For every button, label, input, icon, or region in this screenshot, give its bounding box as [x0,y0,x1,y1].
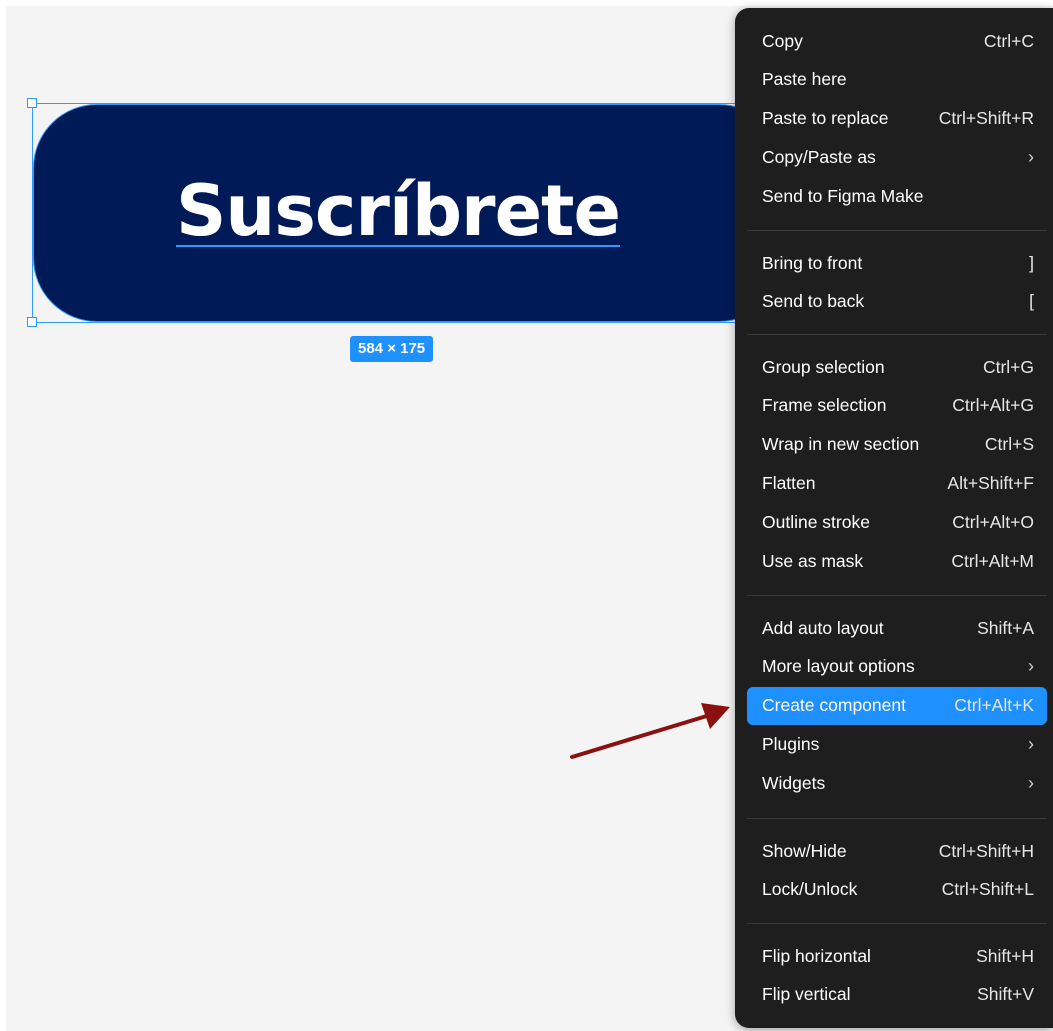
menu-item-flip-vertical[interactable]: Flip vertical Shift+V [747,976,1047,1014]
menu-item-more-layout-options[interactable]: More layout options › [747,648,1047,686]
menu-item-send-to-back[interactable]: Send to back [ [747,283,1047,321]
menu-item-shortcut: Ctrl+Shift+H [938,840,1034,861]
subscribe-button-label: Suscríbrete [176,170,621,252]
menu-item-shortcut: Ctrl+Alt+G [952,395,1034,416]
menu-separator [747,595,1047,596]
menu-item-flip-horizontal[interactable]: Flip horizontal Shift+H [747,937,1047,975]
menu-item-shortcut: [ [1029,291,1034,312]
menu-item-group-selection[interactable]: Group selection Ctrl+G [747,348,1047,386]
annotation-arrow [570,703,730,759]
menu-item-shortcut: Ctrl+Shift+L [941,879,1034,900]
menu-item-paste-here[interactable]: Paste here [747,61,1047,99]
resize-handle-top-left[interactable] [27,98,37,108]
menu-item-label: More layout options [762,656,915,677]
menu-item-use-as-mask[interactable]: Use as mask Ctrl+Alt+M [747,543,1047,581]
chevron-right-icon: › [1028,147,1034,168]
context-menu: Copy Ctrl+C Paste here Paste to replace Ctrl… [735,8,1053,1028]
menu-item-shortcut: Ctrl+S [984,434,1034,455]
menu-item-label: Bring to front [762,252,863,273]
menu-item-wrap-in-new-section[interactable]: Wrap in new section Ctrl+S [747,426,1047,464]
menu-item-label: Send to Figma Make [762,186,924,207]
menu-item-copy-paste-as[interactable]: Copy/Paste as › [747,139,1047,177]
menu-item-flatten[interactable]: Flatten Alt+Shift+F [747,465,1047,503]
menu-item-label: Show/Hide [762,840,847,861]
menu-item-frame-selection[interactable]: Frame selection Ctrl+Alt+G [747,387,1047,425]
menu-item-label: Frame selection [762,395,887,416]
menu-item-label: Plugins [762,734,820,755]
menu-item-label: Flip horizontal [762,945,871,966]
menu-separator [747,334,1047,335]
menu-item-widgets[interactable]: Widgets › [747,765,1047,803]
menu-item-send-to-figma-make[interactable]: Send to Figma Make [747,178,1047,216]
menu-item-label: Flip vertical [762,984,851,1005]
menu-item-bring-to-front[interactable]: Bring to front] [747,244,1047,282]
menu-item-shortcut: Ctrl+C [983,30,1034,51]
menu-separator [747,818,1047,819]
menu-item-label: Create component [762,695,906,716]
menu-item-shortcut: Alt+Shift+F [947,473,1034,494]
menu-item-shortcut: Ctrl+Alt+M [951,551,1034,571]
menu-separator [747,923,1047,924]
menu-item-label: Copy/Paste as [762,147,876,168]
menu-item-shortcut: Shift+A [977,617,1034,638]
chevron-right-icon: › [1028,773,1034,794]
menu-separator [747,230,1047,231]
chevron-right-icon: › [1028,734,1034,755]
menu-item-label: Paste here [762,69,847,90]
menu-item-label: Add auto layout [762,617,884,638]
menu-item-shortcut: Ctrl+Alt+O [952,512,1034,533]
menu-item-label: Use as mask [762,551,864,571]
chevron-right-icon: › [1028,656,1034,677]
menu-item-label: Lock/Unlock [762,879,858,900]
menu-item-lock-unlock[interactable]: Lock/Unlock Ctrl+Shift+L [747,871,1047,909]
menu-item-shortcut: ] [1029,252,1034,273]
menu-item-label: Send to back [762,291,865,312]
menu-item-shortcut: Shift+H [976,945,1034,966]
resize-handle-bottom-left[interactable] [27,317,37,327]
menu-item-add-auto-layout[interactable]: Add auto layout Shift+A [747,609,1047,647]
menu-item-label: Group selection [762,356,885,377]
menu-item-plugins[interactable]: Plugins › [747,726,1047,764]
menu-item-create-component[interactable]: Create component Ctrl+Alt+K [747,686,1047,725]
menu-item-shortcut: Shift+V [977,984,1034,1005]
dimensions-badge: 584 × 175 [350,336,434,362]
menu-item-shortcut: Ctrl+G [982,356,1034,377]
menu-item-copy[interactable]: Copy Ctrl+C [747,22,1047,60]
menu-item-label: Flatten [762,473,816,494]
menu-item-shortcut: Ctrl+Shift+R [938,108,1034,129]
menu-item-outline-stroke[interactable]: Outline stroke Ctrl+Alt+O [747,504,1047,542]
menu-item-label: Copy [762,30,803,51]
menu-item-show-hide[interactable]: Show/Hide Ctrl+Shift+H [747,832,1047,870]
menu-item-paste-to-replace[interactable]: Paste to replace Ctrl+Shift+R [747,100,1047,138]
menu-item-label: Widgets [762,773,826,794]
menu-item-shortcut: Ctrl+Alt+K [954,695,1034,716]
subscribe-button-text[interactable]: Suscríbrete [33,104,763,322]
menu-item-label: Wrap in new section [762,434,920,455]
menu-item-label: Paste to replace [762,108,889,129]
menu-item-label: Outline stroke [762,512,870,533]
